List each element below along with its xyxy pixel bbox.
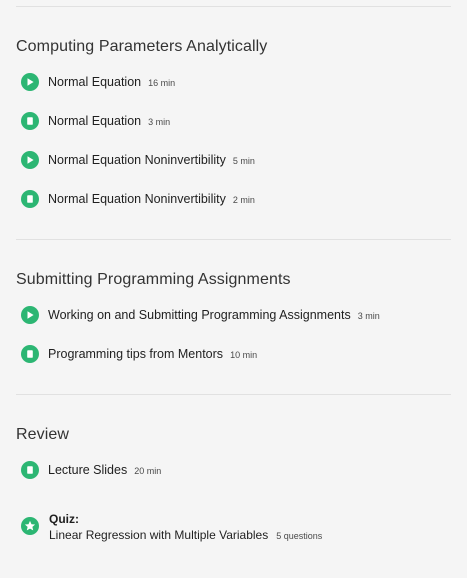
lesson-item-submitting-assignments-video[interactable]: Working on and Submitting Programming As… (21, 305, 451, 325)
quiz-label: Quiz: (49, 512, 79, 526)
reading-icon (21, 112, 39, 130)
lesson-title: Normal Equation (48, 75, 142, 89)
divider (16, 394, 451, 395)
lesson-title: Lecture Slides (48, 463, 128, 477)
lesson-title: Working on and Submitting Programming As… (48, 308, 351, 322)
quiz-details: Linear Regression with Multiple Variable… (49, 527, 322, 543)
play-icon (21, 306, 39, 324)
quiz-text: Quiz: Linear Regression with Multiple Va… (49, 511, 322, 543)
play-icon (21, 73, 39, 91)
lesson-title: Normal Equation (48, 114, 142, 128)
lesson-duration: 10 min (230, 350, 258, 360)
play-icon (21, 151, 39, 169)
lesson-item-programming-tips-reading[interactable]: Programming tips from Mentors 10 min (21, 344, 451, 364)
course-week-content: Computing Parameters Analytically Normal… (0, 0, 467, 578)
reading-icon (21, 345, 39, 363)
quiz-item-linear-regression[interactable]: Quiz: Linear Regression with Multiple Va… (21, 511, 451, 547)
lesson-duration: 2 min (232, 195, 255, 205)
lesson-title: Normal Equation Noninvertibility (48, 153, 226, 167)
divider (16, 239, 451, 240)
lesson-item-noninvertibility-video[interactable]: Normal Equation Noninvertibility 5 min (21, 150, 451, 170)
lesson-title: Programming tips from Mentors (48, 347, 224, 361)
section-title-review: Review (16, 426, 70, 443)
lesson-item-normal-equation-video[interactable]: Normal Equation 16 min (21, 72, 451, 92)
quiz-title: Linear Regression with Multiple Variable… (49, 528, 269, 542)
quiz-question-count: 5 questions (276, 531, 323, 541)
lesson-duration: 20 min (134, 466, 162, 476)
reading-icon (21, 461, 39, 479)
reading-icon (21, 190, 39, 208)
divider (16, 6, 451, 7)
lesson-duration: 3 min (148, 117, 171, 127)
lesson-item-noninvertibility-reading[interactable]: Normal Equation Noninvertibility 2 min (21, 189, 451, 209)
lesson-item-normal-equation-reading[interactable]: Normal Equation 3 min (21, 111, 451, 131)
section-title-submitting-assignments: Submitting Programming Assignments (16, 271, 291, 288)
lesson-duration: 3 min (357, 311, 380, 321)
lesson-duration: 5 min (232, 156, 255, 166)
section-title-computing-parameters: Computing Parameters Analytically (16, 38, 268, 55)
lesson-item-lecture-slides-reading[interactable]: Lecture Slides 20 min (21, 460, 451, 480)
lesson-title: Normal Equation Noninvertibility (48, 192, 226, 206)
star-icon (21, 517, 39, 535)
lesson-duration: 16 min (148, 78, 176, 88)
